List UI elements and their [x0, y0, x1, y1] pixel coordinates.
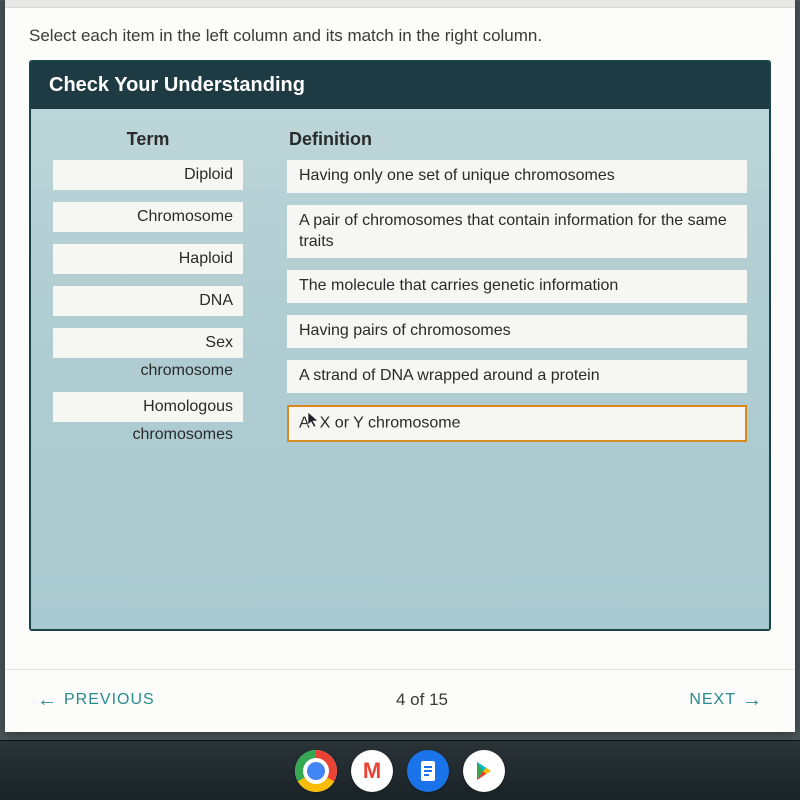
next-button[interactable]: NEXT →	[689, 690, 763, 710]
matching-columns: Term Diploid Chromosome Haploid DNA Sex …	[53, 127, 747, 456]
term-item-sex-chromosome-sub: chromosome	[53, 360, 243, 380]
term-item-homologous-chromosomes-sub: chromosomes	[53, 424, 243, 444]
window-top-strip	[5, 0, 795, 8]
term-item-dna[interactable]: DNA	[53, 286, 243, 316]
gmail-icon[interactable]: M	[351, 750, 393, 792]
progress-indicator: 4 of 15	[396, 690, 448, 710]
arrow-right-icon: →	[742, 690, 763, 710]
term-item-sex-chromosome[interactable]: Sex	[53, 328, 243, 358]
docs-glyph-icon	[418, 759, 438, 783]
next-label: NEXT	[689, 691, 736, 709]
panel-title: Check Your Understanding	[31, 62, 769, 109]
definition-item-0[interactable]: Having only one set of unique chromosome…	[287, 160, 747, 193]
definition-item-3[interactable]: Having pairs of chromosomes	[287, 315, 747, 348]
chromeos-shelf: M	[0, 740, 800, 800]
nav-bar: ← PREVIOUS 4 of 15 NEXT →	[5, 669, 795, 732]
app-window: Select each item in the left column and …	[5, 0, 795, 732]
term-item-haploid[interactable]: Haploid	[53, 244, 243, 274]
term-item-chromosome[interactable]: Chromosome	[53, 202, 243, 232]
definition-item-4[interactable]: A strand of DNA wrapped around a protein	[287, 360, 747, 393]
instruction-text: Select each item in the left column and …	[5, 8, 795, 60]
panel-body: Term Diploid Chromosome Haploid DNA Sex …	[31, 109, 769, 629]
google-docs-icon[interactable]	[407, 750, 449, 792]
definition-column: Definition Having only one set of unique…	[287, 127, 747, 456]
term-item-diploid[interactable]: Diploid	[53, 160, 243, 190]
chrome-icon[interactable]	[295, 750, 337, 792]
definition-column-header: Definition	[287, 127, 747, 160]
previous-button[interactable]: ← PREVIOUS	[37, 690, 155, 710]
play-glyph-icon	[472, 759, 496, 783]
term-item-homologous-chromosomes[interactable]: Homologous	[53, 392, 243, 422]
term-column: Term Diploid Chromosome Haploid DNA Sex …	[53, 127, 243, 456]
definition-item-1[interactable]: A pair of chromosomes that contain infor…	[287, 205, 747, 259]
previous-label: PREVIOUS	[64, 691, 155, 709]
google-play-icon[interactable]	[463, 750, 505, 792]
arrow-left-icon: ←	[37, 690, 58, 710]
term-column-header: Term	[53, 127, 243, 160]
definition-item-5[interactable]: AX or Y chromosome	[287, 405, 747, 442]
definition-item-5-text-rest: X or Y chromosome	[320, 414, 461, 431]
definition-item-2[interactable]: The molecule that carries genetic inform…	[287, 270, 747, 303]
quiz-panel: Check Your Understanding Term Diploid Ch…	[29, 60, 771, 631]
